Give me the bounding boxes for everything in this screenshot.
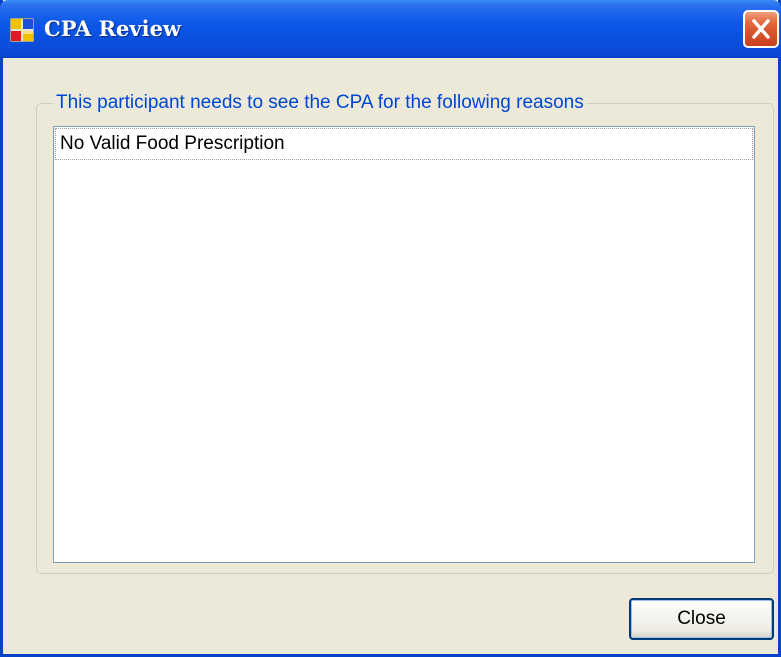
cpa-review-dialog: CPA Review This participant needs to see… [0,0,781,657]
application-window-icon [9,17,35,43]
title-bar[interactable]: CPA Review [0,0,781,58]
reasons-listbox[interactable]: No Valid Food Prescription [53,126,755,563]
window-title: CPA Review [44,16,182,41]
list-item[interactable]: No Valid Food Prescription [55,128,753,160]
close-button[interactable]: Close [629,598,774,640]
reasons-group-legend: This participant needs to see the CPA fo… [53,92,587,114]
window-close-button[interactable] [743,10,779,48]
